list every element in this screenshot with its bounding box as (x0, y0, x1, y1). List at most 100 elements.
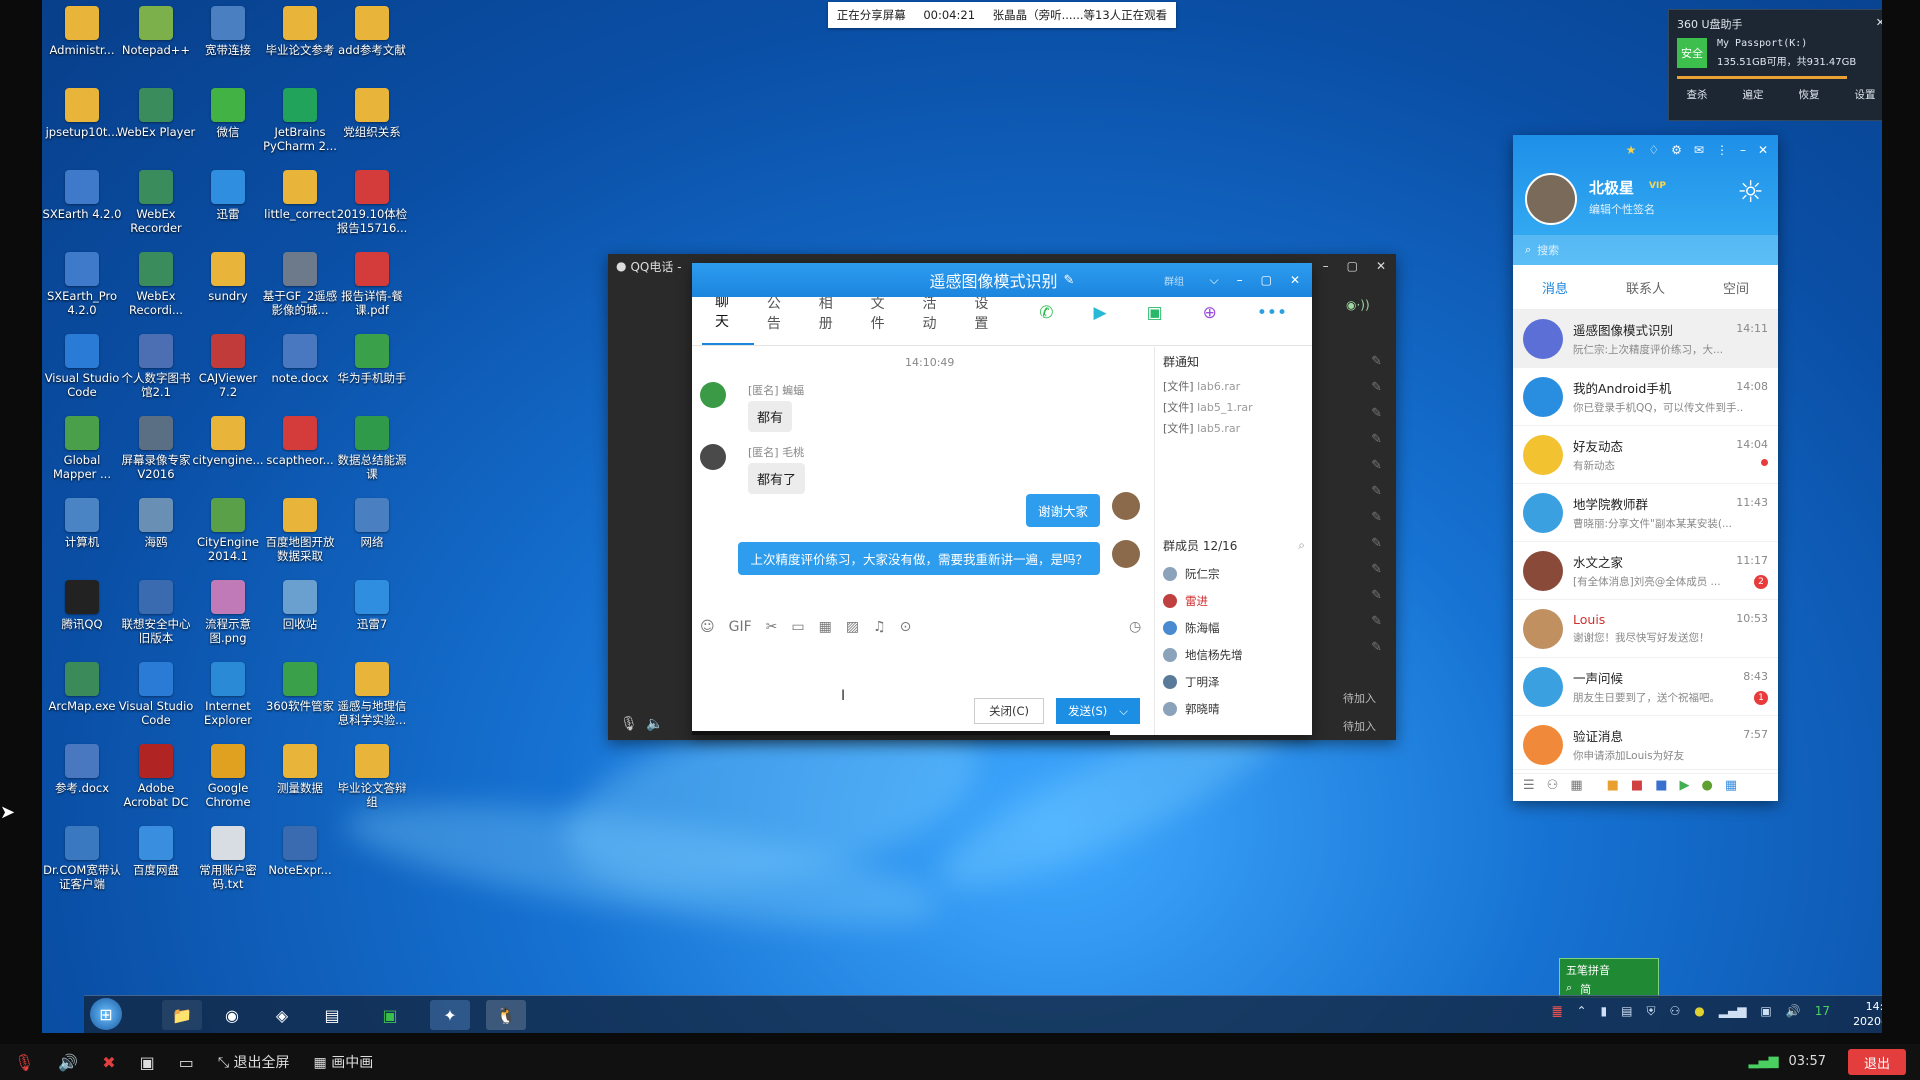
message-input[interactable] (692, 645, 1152, 705)
search-bar[interactable]: ⌕ 搜索 (1513, 235, 1778, 265)
tab-announcement[interactable]: 公告 (754, 293, 806, 345)
tab-contacts[interactable]: 联系人 (1626, 278, 1665, 297)
desktop-icon[interactable]: 2019.10体检报告15716... (332, 170, 412, 235)
desktop-icon[interactable]: 屏幕录像专家 V2016 (116, 416, 196, 481)
app-manager-icon[interactable]: ▦ (1570, 778, 1582, 793)
close-icon[interactable]: ✕ (1290, 273, 1300, 288)
plant-icon[interactable]: ● (1702, 778, 1713, 793)
desktop-icon[interactable]: 基于GF_2遥感影像的城... (260, 252, 340, 317)
image-viewer-icon[interactable]: ▤ (312, 1000, 352, 1030)
desktop-icon[interactable]: 海鸥 (116, 498, 196, 549)
desktop-icon[interactable]: JetBrains PyCharm 2... (260, 88, 340, 153)
member-item[interactable]: 阮仁宗 (1163, 560, 1305, 587)
mic-muted-icon[interactable]: 🎙 (14, 1053, 34, 1072)
desktop-icon[interactable]: Administr... (42, 6, 122, 57)
search-icon[interactable]: ⌕ (1298, 538, 1305, 553)
desktop-icon[interactable]: 腾讯QQ (42, 580, 122, 631)
tab-album[interactable]: 相册 (806, 293, 858, 345)
desktop-icon[interactable]: Internet Explorer (188, 662, 268, 727)
avatar[interactable] (1525, 173, 1577, 225)
exit-fullscreen-button[interactable]: ⤡ 退出全屏 (218, 1052, 290, 1072)
add-app-icon[interactable]: ⊕ (1190, 303, 1230, 335)
app-icon[interactable]: ◈ (262, 1000, 302, 1030)
minimize-icon[interactable]: – (1740, 143, 1746, 157)
desktop-icon[interactable]: 网络 (332, 498, 412, 549)
member-item[interactable]: 陈海幅 (1163, 614, 1305, 641)
desktop-icon[interactable]: WebEx Recordi... (116, 252, 196, 317)
gif-icon[interactable]: GIF (729, 619, 752, 635)
close-icon[interactable]: ✕ (1758, 143, 1768, 157)
desktop-icon[interactable]: SXEarth 4.2.0 (42, 170, 122, 221)
desktop-icon[interactable]: Global Mapper ... (42, 416, 122, 481)
desktop-icon[interactable]: Adobe Acrobat DC (116, 744, 196, 809)
skin-icon[interactable]: ♢ (1648, 143, 1659, 157)
desktop-icon[interactable]: 报告详情-餐课.pdf (332, 252, 412, 317)
file-item[interactable]: [文件] lab5_1.rar (1163, 397, 1305, 418)
desktop-icon[interactable]: jpsetup10t... (42, 88, 122, 139)
video-call-icon[interactable]: ▶ (1081, 303, 1120, 335)
desktop-icon[interactable]: NoteExpr... (260, 826, 340, 877)
security-icon[interactable]: ● (1694, 1004, 1704, 1019)
main-menu-icon[interactable]: ☰ (1523, 778, 1535, 793)
desktop-icon[interactable]: note.docx (260, 334, 340, 385)
desktop-icon[interactable]: 迅雷 (188, 170, 268, 221)
conversation-item[interactable]: 好友动态有新动态 14:04 • (1513, 426, 1778, 484)
maximize-icon[interactable]: ▢ (1347, 259, 1358, 273)
network-tray-icon[interactable]: ⚇ (1669, 1004, 1680, 1019)
member-item[interactable]: 丁明泽 (1163, 668, 1305, 695)
shield-icon[interactable]: ⛨ (1646, 1004, 1655, 1019)
battery-icon[interactable]: ▮ (1601, 1004, 1608, 1019)
signal-icon[interactable]: ▂▄▆ (1719, 1004, 1747, 1019)
desktop-icon[interactable]: cityengine... (188, 416, 268, 467)
more-icon[interactable]: ⊙ (900, 619, 912, 635)
phone-call-icon[interactable]: ✆ (1026, 303, 1066, 335)
search-input[interactable]: 搜索 (1537, 242, 1559, 258)
usb-action-lock[interactable]: 遍定 (1743, 87, 1764, 102)
desktop-icon[interactable]: 百度网盘 (116, 826, 196, 877)
conversation-item[interactable]: Louis 谢谢您！我尽快写好发送您！ 10:53 (1513, 600, 1778, 658)
conversation-item[interactable]: 遥感图像模式识别 阮仁宗:上次精度评价练习，大... 14:11 (1513, 310, 1778, 368)
weather-icon[interactable]: ☼ (1737, 175, 1764, 210)
file-item[interactable]: [文件] lab6.rar (1163, 376, 1305, 397)
usb-action-settings[interactable]: 设置 (1855, 87, 1876, 102)
input-method-widget[interactable]: 五笔拼音 ⌕ 简 (1559, 958, 1659, 998)
desktop-icon[interactable]: Google Chrome (188, 744, 268, 809)
desktop-icon[interactable]: 迅雷7 (332, 580, 412, 631)
tab-messages[interactable]: 消息 (1542, 278, 1568, 297)
desktop-icon[interactable]: 毕业论文参考 (260, 6, 340, 57)
webex-icon[interactable]: ▣ (370, 1000, 410, 1030)
close-icon[interactable]: ✕ (1876, 16, 1882, 32)
speaker-icon[interactable]: 🔊 (58, 1053, 78, 1072)
camera-off-icon[interactable]: ✖ (102, 1053, 115, 1072)
desktop-icon[interactable]: 宽带连接 (188, 6, 268, 57)
conversation-item[interactable]: 验证消息 你申请添加Louis为好友 7:57 (1513, 716, 1778, 774)
desktop-icon[interactable]: 微信 (188, 88, 268, 139)
tab-chat[interactable]: 聊天 (702, 291, 754, 345)
desktop-icon[interactable]: scaptheor... (260, 416, 340, 467)
desktop-icon[interactable]: 计算机 (42, 498, 122, 549)
mail-icon[interactable]: ✉ (1694, 143, 1704, 157)
volume-icon[interactable]: 🔊 (1786, 1004, 1801, 1019)
desktop-icon[interactable]: 数据总结能源课 (332, 416, 412, 481)
more-icon[interactable]: ••• (1244, 303, 1300, 335)
avatar[interactable] (1112, 492, 1140, 520)
maximize-icon[interactable]: ▢ (1261, 273, 1272, 288)
chevron-up-icon[interactable]: ⌃ (1576, 1004, 1586, 1019)
desktop-icon[interactable]: 常用账户密码.txt (188, 826, 268, 891)
music-icon[interactable]: ▶ (1680, 778, 1690, 793)
microphone-icon[interactable]: 🎙 (620, 716, 638, 732)
gift-icon[interactable]: ▦ (819, 619, 832, 635)
desktop-icon[interactable]: 测量数据 (260, 744, 340, 795)
desktop-icon[interactable]: 毕业论文答辩组 (332, 744, 412, 809)
desktop-icon[interactable]: 联想安全中心 旧版本 (116, 580, 196, 645)
edit-icon[interactable]: ✎ (1064, 273, 1075, 288)
tab-activity[interactable]: 活动 (910, 293, 962, 345)
chevron-down-icon[interactable]: ⌵ (1209, 273, 1218, 288)
avatar[interactable] (700, 444, 726, 470)
star-icon[interactable]: ★ (1626, 143, 1637, 157)
clock[interactable]: 14:12 2020-5-22 (1853, 999, 1882, 1029)
desktop-icon[interactable]: Visual Studio Code (42, 334, 122, 399)
menu-icon[interactable]: ⋮ (1716, 143, 1728, 157)
network-app-icon[interactable]: ✦ (430, 1000, 470, 1030)
minimize-icon[interactable]: – (1237, 273, 1243, 288)
